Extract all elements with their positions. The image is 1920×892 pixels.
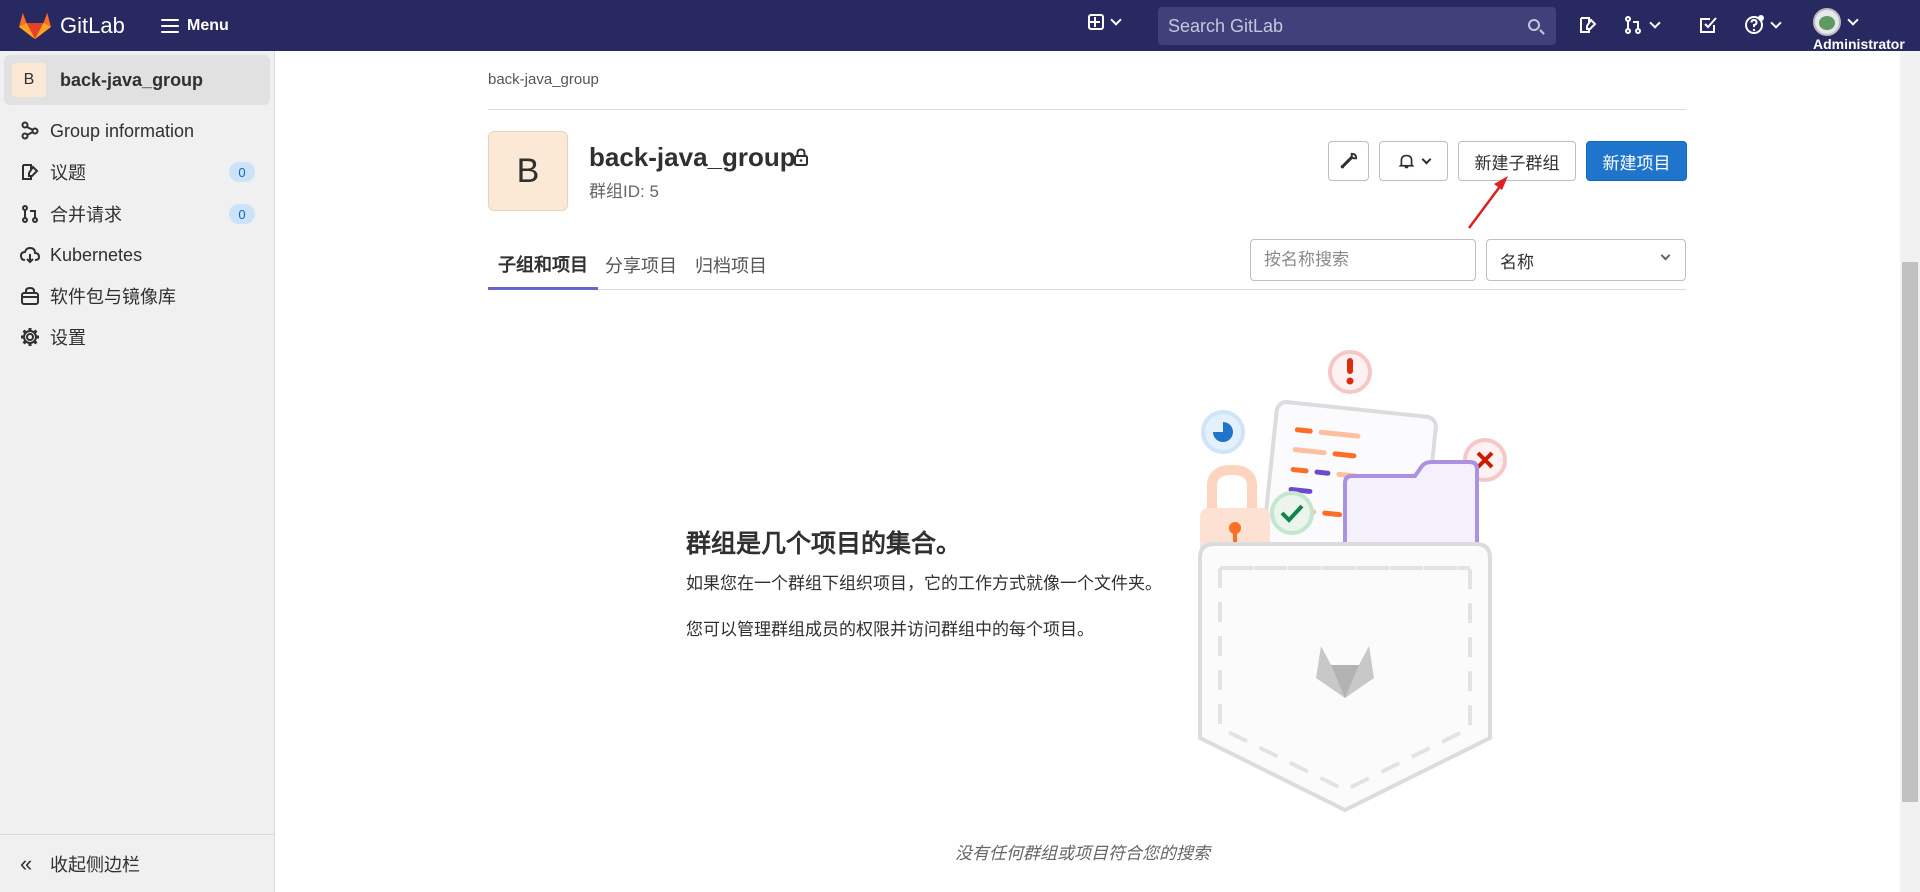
empty-state-illustration: [1198, 350, 1507, 813]
tab-archived-projects[interactable]: 归档项目: [685, 240, 777, 290]
sidebar-item-label: Kubernetes: [50, 244, 143, 265]
collapse-sidebar-button[interactable]: « 收起侧边栏: [0, 834, 275, 892]
chevron-down-icon: [1660, 250, 1671, 261]
user-avatar: [1813, 8, 1841, 36]
chevron-down-icon: [1847, 14, 1859, 26]
group-avatar: B: [12, 63, 46, 97]
lock-icon: [794, 148, 808, 166]
scrollbar-thumb[interactable]: [1902, 262, 1918, 802]
page-title: back-java_group: [589, 142, 796, 172]
todo-check-icon: [1700, 17, 1717, 33]
user-name-label[interactable]: Administrator: [1813, 36, 1905, 52]
menu-button[interactable]: Menu: [155, 12, 235, 40]
group-settings-button[interactable]: [1328, 141, 1369, 181]
search-input[interactable]: [1168, 15, 1508, 37]
group-avatar-large: B: [488, 131, 568, 211]
new-project-button[interactable]: 新建项目: [1586, 141, 1687, 181]
sidebar-item-packages[interactable]: 软件包与镜像库: [0, 276, 275, 316]
help-icon: [1745, 15, 1764, 34]
issues-icon: [1580, 17, 1597, 33]
tab-shared-projects[interactable]: 分享项目: [595, 240, 687, 290]
sidebar-item-merge-requests[interactable]: 合并请求 0: [0, 194, 275, 234]
menu-label: Menu: [187, 17, 229, 34]
sidebar-item-label: 软件包与镜像库: [50, 287, 176, 307]
search-bar[interactable]: [1158, 7, 1556, 45]
gitlab-logo-icon[interactable]: [18, 10, 52, 40]
notification-settings-button[interactable]: [1379, 141, 1448, 181]
sidebar: B back-java_group Group information 议题 0…: [0, 51, 275, 892]
sidebar-item-label: 合并请求: [50, 205, 122, 225]
sidebar-item-settings[interactable]: 设置: [0, 317, 275, 357]
collapse-sidebar-label: 收起侧边栏: [50, 854, 140, 875]
merge-request-icon: [1625, 16, 1641, 34]
settings-icon: [19, 326, 41, 348]
sidebar-item-group-information[interactable]: Group information: [0, 111, 275, 151]
package-icon: [19, 285, 41, 307]
group-id-label: 群组ID: 5: [589, 182, 659, 201]
chevron-down-icon: [1421, 154, 1431, 164]
plus-square-icon: [1088, 14, 1104, 30]
chevron-down-icon: [1770, 17, 1782, 29]
issues-icon: [19, 161, 41, 183]
annotation-arrow: [1467, 176, 1508, 229]
user-menu-button[interactable]: [1813, 8, 1859, 36]
no-results-message: 没有任何群组或项目符合您的搜索: [955, 844, 1210, 863]
issues-nav-button[interactable]: [1578, 14, 1598, 36]
group-info-icon: [19, 120, 41, 142]
merge-request-icon: [19, 203, 41, 225]
empty-state-description: 如果您在一个群组下组织项目，它的工作方式就像一个文件夹。: [686, 574, 1162, 593]
hamburger-icon: [161, 19, 179, 33]
wrench-icon: [1340, 152, 1357, 169]
sidebar-item-issues[interactable]: 议题 0: [0, 152, 275, 192]
sidebar-item-label: Group information: [50, 120, 195, 141]
double-chevron-left-icon: «: [20, 850, 33, 876]
sort-dropdown[interactable]: 名称: [1486, 239, 1686, 281]
sidebar-item-kubernetes[interactable]: Kubernetes: [0, 235, 275, 275]
new-dropdown-button[interactable]: [1088, 14, 1122, 30]
kubernetes-icon: [19, 244, 41, 266]
sidebar-item-label: 议题: [50, 163, 86, 183]
breadcrumb-divider: [488, 109, 1686, 110]
todos-nav-button[interactable]: [1698, 14, 1718, 36]
tab-subgroups-and-projects[interactable]: 子组和项目: [488, 240, 598, 290]
sidebar-group-name: back-java_group: [60, 69, 204, 90]
sidebar-group-header[interactable]: B back-java_group: [4, 55, 270, 105]
brand-name[interactable]: GitLab: [60, 13, 125, 39]
filter-by-name-input[interactable]: [1250, 239, 1476, 281]
bell-icon: [1397, 154, 1415, 168]
chevron-down-icon: [1110, 14, 1122, 26]
issues-count-badge: 0: [229, 162, 255, 182]
search-icon: [1528, 19, 1540, 31]
sidebar-item-label: 设置: [50, 328, 86, 348]
empty-state-title: 群组是几个项目的集合。: [686, 530, 962, 558]
merge-requests-nav-button[interactable]: [1623, 14, 1661, 36]
top-navbar: GitLab Menu Search GitLab Administrator: [0, 0, 1920, 52]
chevron-down-icon: [1649, 17, 1661, 29]
empty-state-description: 您可以管理群组成员的权限并访问群组中的每个项目。: [686, 620, 1094, 639]
help-nav-button[interactable]: [1744, 14, 1782, 36]
breadcrumb[interactable]: back-java_group: [488, 71, 599, 88]
merge-requests-count-badge: 0: [229, 204, 255, 224]
sort-selected-value: 名称: [1500, 252, 1534, 272]
